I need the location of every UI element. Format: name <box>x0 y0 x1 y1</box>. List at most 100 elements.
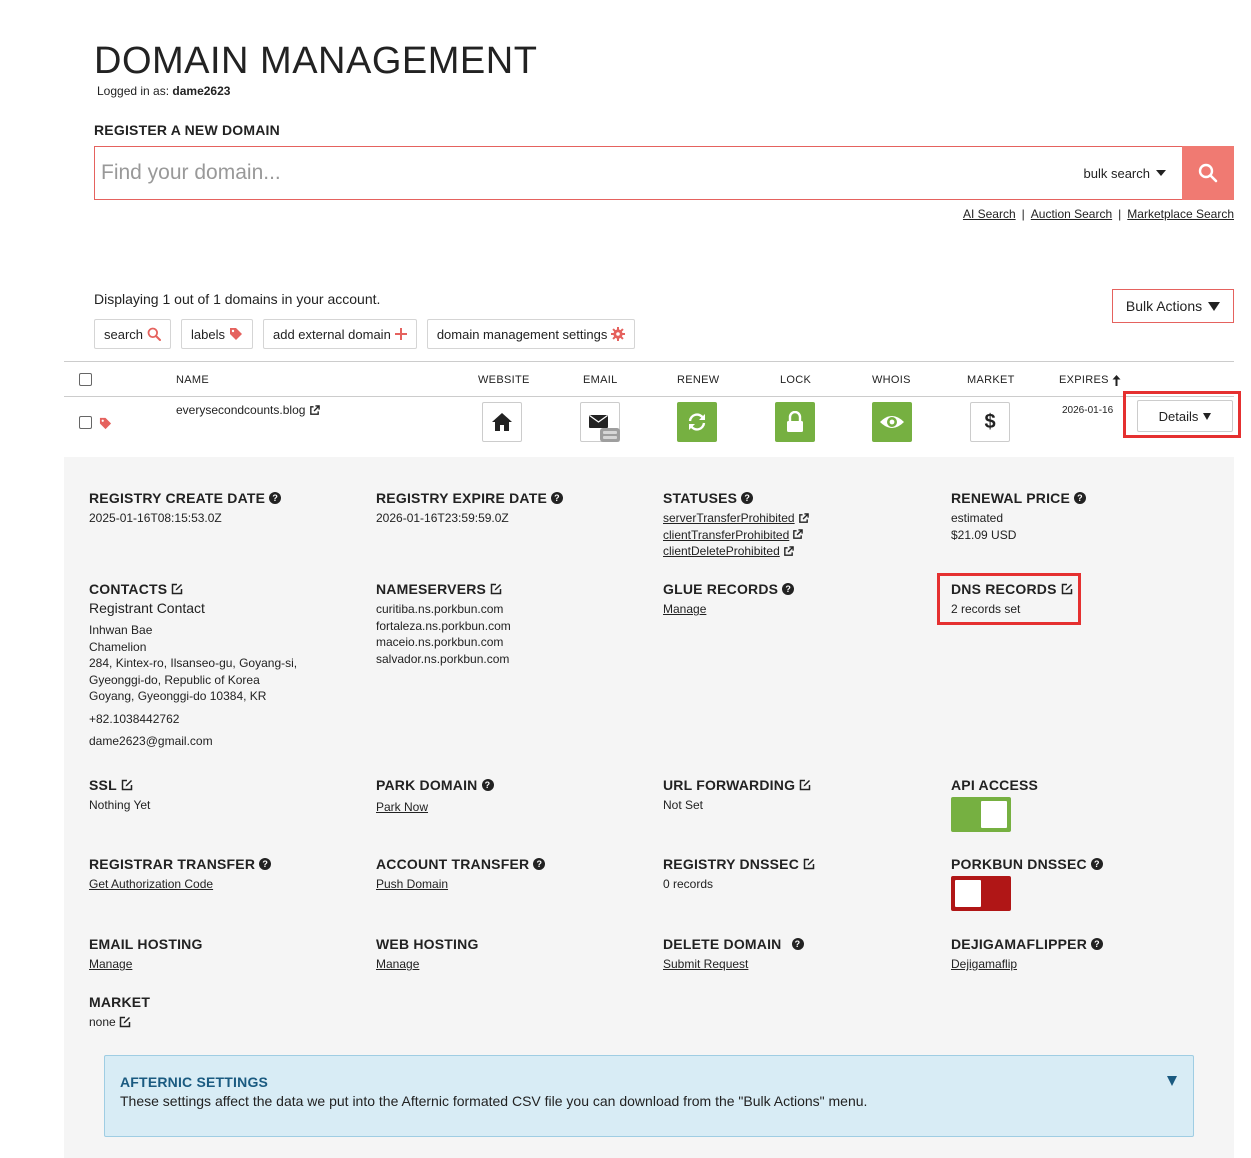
park-domain: PARK DOMAIN? Park Now <box>376 777 494 816</box>
edit-icon[interactable] <box>121 779 133 791</box>
bulk-search-label: bulk search <box>1083 165 1150 181</box>
edit-icon[interactable] <box>1061 583 1073 595</box>
help-icon[interactable]: ? <box>741 492 754 504</box>
email-button[interactable] <box>580 402 620 442</box>
domain-name[interactable]: everysecondcounts.blog <box>176 403 321 417</box>
search-button[interactable] <box>1182 146 1234 200</box>
search-domains-button[interactable]: search <box>94 319 172 349</box>
logged-in-info: Logged in as: dame2623 <box>97 84 230 98</box>
table-row: everysecondcounts.blog $ 2026-01-16 Deta… <box>64 391 1241 457</box>
nameservers: NAMESERVERS curitiba.ns.porkbun.com fort… <box>376 581 511 666</box>
web-hosting-manage-link[interactable]: Manage <box>376 957 419 971</box>
display-count: Displaying 1 out of 1 domains in your ac… <box>94 291 381 307</box>
market-button[interactable]: $ <box>970 402 1010 442</box>
status-link[interactable]: serverTransferProhibited <box>663 510 795 527</box>
submit-request-link[interactable]: Submit Request <box>663 957 748 971</box>
gear-icon <box>611 327 626 341</box>
add-external-domain-button[interactable]: add external domain <box>263 319 417 349</box>
email-hosting: EMAIL HOSTING Manage <box>89 936 203 971</box>
afternic-title: AFTERNIC SETTINGS <box>120 1074 269 1090</box>
lock-button[interactable] <box>775 402 815 442</box>
caret-down-icon <box>1156 170 1166 176</box>
renewal-price: RENEWAL PRICE? estimated $21.09 USD <box>951 490 1087 543</box>
labels-button[interactable]: labels <box>181 319 253 349</box>
domain-search-box: bulk search <box>94 146 1234 200</box>
plus-icon <box>394 328 407 340</box>
header-expires[interactable]: EXPIRES <box>1059 374 1121 386</box>
account-transfer: ACCOUNT TRANSFER? Push Domain <box>376 856 546 893</box>
eye-icon <box>880 416 904 428</box>
email-hosting-manage-link[interactable]: Manage <box>89 957 132 971</box>
logged-in-label: Logged in as: <box>97 84 170 98</box>
help-icon[interactable]: ? <box>481 779 494 791</box>
edit-icon[interactable] <box>490 583 502 595</box>
help-icon[interactable]: ? <box>791 938 804 950</box>
header-name: NAME <box>176 374 209 386</box>
tag-icon <box>230 328 242 340</box>
tag-icon[interactable] <box>99 417 112 430</box>
ssl: SSL Nothing Yet <box>89 777 151 812</box>
help-icon[interactable]: ? <box>1074 492 1087 504</box>
header-email: EMAIL <box>583 374 618 386</box>
expand-caret-icon[interactable] <box>1167 1076 1177 1086</box>
dejigamaflip-link[interactable]: Dejigamaflip <box>951 957 1017 971</box>
refresh-icon <box>688 413 706 431</box>
external-link-icon <box>310 404 321 415</box>
contacts: CONTACTS Registrant Contact Inhwan Bae C… <box>89 581 298 748</box>
edit-icon[interactable] <box>119 1016 131 1028</box>
external-link-icon <box>793 529 804 540</box>
page-title: DOMAIN MANAGEMENT <box>94 40 538 82</box>
help-icon[interactable]: ? <box>259 858 272 870</box>
domain-details-panel: REGISTRY CREATE DATE? 2025-01-16T08:15:5… <box>64 457 1234 1158</box>
domain-table-header: NAME WEBSITE EMAIL RENEW LOCK WHOIS MARK… <box>64 361 1234 397</box>
registry-expire-date: REGISTRY EXPIRE DATE? 2026-01-16T23:59:5… <box>376 490 563 527</box>
website-button[interactable] <box>482 402 522 442</box>
ai-search-link[interactable]: AI Search <box>963 207 1016 221</box>
help-icon[interactable]: ? <box>1091 938 1104 950</box>
glue-records-manage-link[interactable]: Manage <box>663 602 706 616</box>
row-checkbox[interactable] <box>79 416 92 429</box>
select-all-checkbox[interactable] <box>79 373 92 386</box>
edit-icon[interactable] <box>171 583 183 595</box>
domain-search-input[interactable] <box>95 147 1084 199</box>
search-icon <box>1198 163 1218 183</box>
edit-icon[interactable] <box>803 858 815 870</box>
porkbun-dnssec-toggle[interactable] <box>951 876 1011 911</box>
help-icon[interactable]: ? <box>1090 858 1103 870</box>
auction-search-link[interactable]: Auction Search <box>1031 207 1112 221</box>
get-authorization-code-link[interactable]: Get Authorization Code <box>89 877 213 891</box>
header-whois: WHOIS <box>872 374 911 386</box>
status-link[interactable]: clientDeleteProhibited <box>663 543 780 560</box>
dns-records: DNS RECORDS 2 records set <box>951 581 1073 618</box>
domain-management-settings-button[interactable]: domain management settings <box>426 319 636 349</box>
help-icon[interactable]: ? <box>551 492 563 504</box>
home-icon <box>492 413 512 431</box>
external-link-icon <box>783 545 794 556</box>
caret-down-icon <box>1208 301 1221 311</box>
bulk-actions-button[interactable]: Bulk Actions <box>1112 289 1234 323</box>
market: MARKET none <box>89 994 151 1029</box>
afternic-description: These settings affect the data we put in… <box>120 1093 868 1109</box>
porkbun-dnssec: PORKBUN DNSSEC? <box>951 856 1103 911</box>
help-icon[interactable]: ? <box>533 858 546 870</box>
api-access: API ACCESS <box>951 777 1038 832</box>
renew-button[interactable] <box>677 402 717 442</box>
status-link[interactable]: clientTransferProhibited <box>663 527 789 544</box>
dollar-icon: $ <box>984 410 996 433</box>
api-access-toggle[interactable] <box>951 797 1011 832</box>
details-button[interactable]: Details <box>1137 400 1233 432</box>
help-icon[interactable]: ? <box>269 492 282 504</box>
whois-button[interactable] <box>872 402 912 442</box>
marketplace-search-link[interactable]: Marketplace Search <box>1127 207 1234 221</box>
afternic-settings-panel[interactable]: AFTERNIC SETTINGS These settings affect … <box>104 1055 1194 1137</box>
dejigamaflipper: DEJIGAMAFLIPPER? Dejigamaflip <box>951 936 1104 973</box>
bulk-search-dropdown[interactable]: bulk search <box>1084 166 1166 181</box>
search-icon <box>147 327 162 341</box>
push-domain-link[interactable]: Push Domain <box>376 877 448 891</box>
glue-records: GLUE RECORDS? Manage <box>663 581 795 618</box>
edit-icon[interactable] <box>799 779 811 791</box>
park-now-link[interactable]: Park Now <box>376 800 428 814</box>
delete-domain: DELETE DOMAIN? Submit Request <box>663 936 804 973</box>
header-renew: RENEW <box>677 374 720 386</box>
help-icon[interactable]: ? <box>782 583 795 595</box>
